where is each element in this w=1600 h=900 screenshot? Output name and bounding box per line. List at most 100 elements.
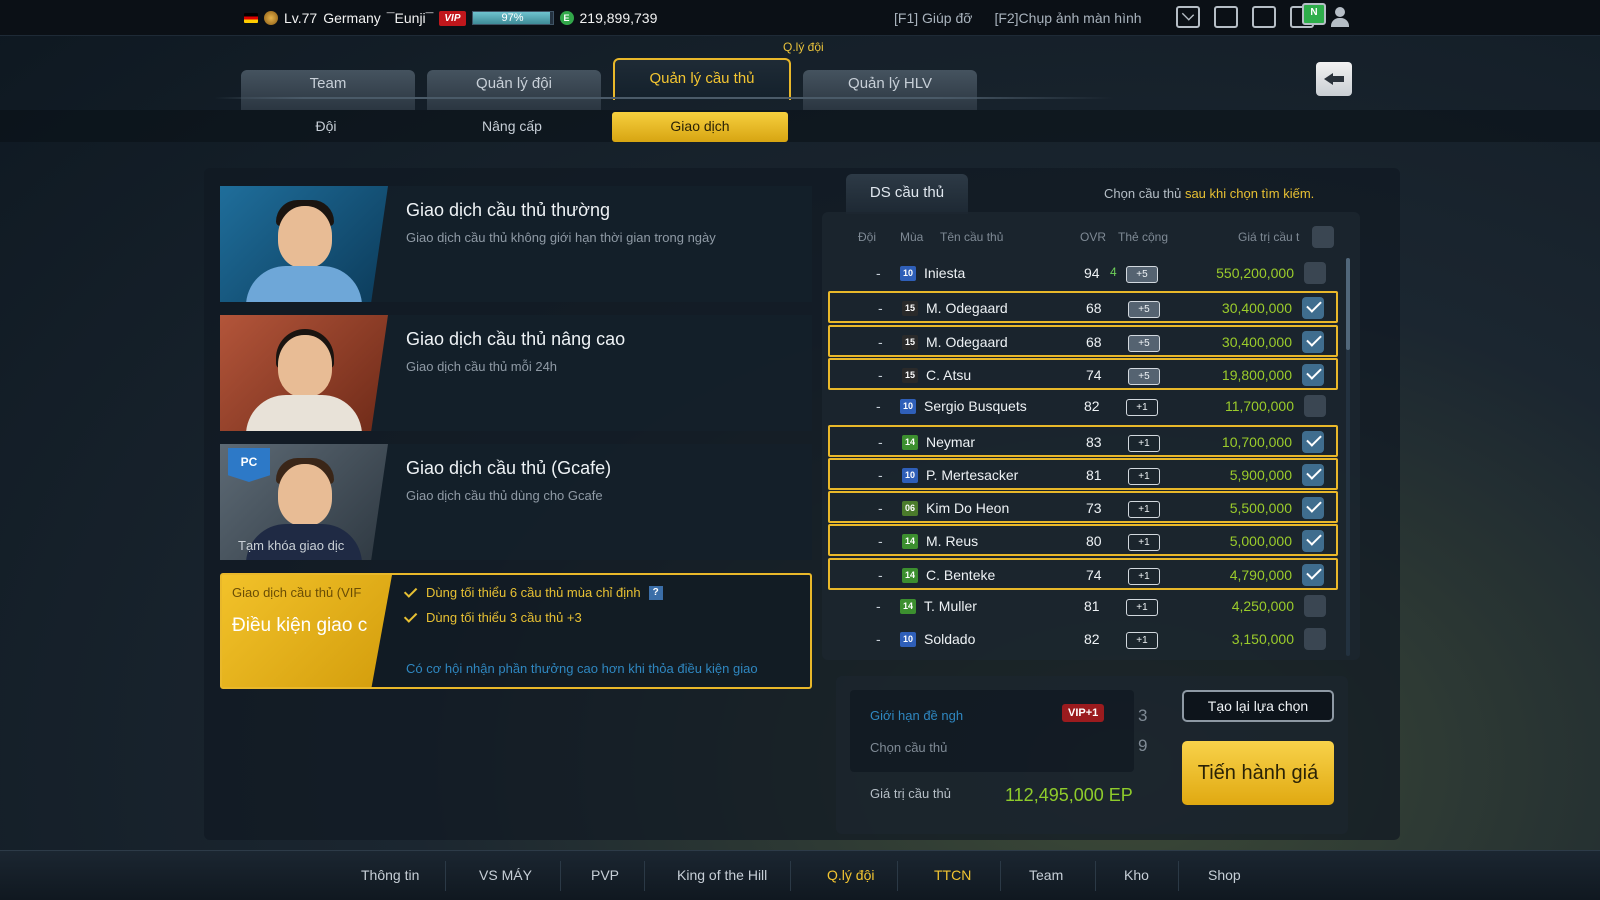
scroll-thumb[interactable] [1346, 258, 1350, 350]
tab-team[interactable]: Team [241, 70, 415, 110]
screenshot-link[interactable]: [F2]Chụp ảnh màn hình [994, 10, 1141, 26]
player-row[interactable]: - 10 Soldado 82 +1 3,150,000 [828, 624, 1338, 656]
vip-condition: Dùng tối thiểu 3 cầu thủ +3 [403, 609, 582, 625]
nav-team-management[interactable]: Q.lý đội [827, 867, 874, 883]
bottom-nav: Thông tin VS MÁY PVP King of the Hill Q.… [0, 850, 1600, 900]
tab-team-management[interactable]: Quản lý đội [427, 70, 601, 110]
reset-selection-button[interactable]: Tạo lại lựa chọn [1182, 690, 1334, 722]
select-checkbox[interactable] [1302, 363, 1324, 386]
trade-card-normal[interactable]: Giao dịch cầu thủ thường Giao dịch cầu t… [220, 186, 812, 302]
select-checkbox[interactable] [1302, 563, 1324, 586]
player-team: - [878, 433, 883, 450]
nav-king-of-the-hill[interactable]: King of the Hill [677, 867, 767, 883]
tab-coach-management[interactable]: Quản lý HLV [803, 70, 977, 110]
player-name: Iniesta [924, 265, 966, 281]
select-checkbox[interactable] [1302, 330, 1324, 353]
player-value: 30,400,000 [1221, 333, 1292, 350]
help-icon[interactable]: ? [648, 585, 663, 600]
summary-box [850, 690, 1134, 772]
player-team: - [878, 533, 883, 550]
select-checkbox[interactable] [1302, 297, 1324, 320]
nav-info[interactable]: Thông tin [361, 867, 419, 883]
player-name: M. Odegaard [926, 333, 1008, 350]
tab-player-list[interactable]: DS cầu thủ [846, 174, 968, 214]
offer-limit-label: Giới hạn đề ngh [870, 708, 964, 723]
header-season: Mùa [900, 230, 924, 244]
player-row[interactable]: - 10 Iniesta 94 4 +5 550,200,000 [828, 258, 1338, 290]
upgrade-card-badge: +5 [1128, 367, 1160, 385]
player-ovr: 73 [1086, 500, 1102, 517]
player-name: P. Mertesacker [926, 466, 1019, 483]
player-team: - [876, 598, 881, 614]
player-ovr: 94 [1084, 265, 1100, 281]
season-icon: 06 [902, 501, 918, 517]
player-row[interactable]: - 06 Kim Do Heon 73 +1 5,500,000 [828, 491, 1338, 524]
select-checkbox[interactable] [1302, 430, 1324, 453]
nav-storage[interactable]: Kho [1124, 867, 1149, 883]
back-button[interactable] [1316, 62, 1352, 96]
vip-badge: VIP [439, 10, 466, 26]
nav-ttcn[interactable]: TTCN [934, 867, 971, 883]
player-row[interactable]: - 14 T. Muller 81 +1 4,250,000 [828, 591, 1338, 623]
player-ovr: 81 [1084, 598, 1100, 614]
player-name: Kim Do Heon [926, 500, 1010, 517]
upgrade-card-badge: +1 [1128, 501, 1160, 519]
tab-player-management[interactable]: Quản lý cầu thủ [613, 58, 791, 100]
player-row[interactable]: - 14 Neymar 83 +1 10,700,000 [828, 424, 1338, 457]
player-row[interactable]: - 10 Sergio Busquets 82 +1 11,700,000 [828, 391, 1338, 423]
season-icon: 15 [902, 301, 918, 317]
select-checkbox[interactable] [1304, 395, 1326, 418]
player-row[interactable]: - 10 P. Mertesacker 81 +1 5,900,000 [828, 457, 1338, 490]
trade-card-advanced[interactable]: Giao dịch cầu thủ nâng cao Giao dịch cầu… [220, 315, 812, 431]
proceed-trade-button[interactable]: Tiến hành giá [1182, 741, 1334, 805]
subtab-trade[interactable]: Giao dịch [612, 112, 788, 142]
username: ¯Eunji¯ [386, 10, 434, 26]
player-value: 3,150,000 [1231, 631, 1294, 648]
subtab-team[interactable]: Đội [238, 112, 414, 142]
select-checkbox[interactable] [1302, 463, 1324, 486]
nav-vs-computer[interactable]: VS MÁY [479, 867, 532, 883]
select-checkbox[interactable] [1304, 595, 1326, 617]
nav-shop[interactable]: Shop [1208, 867, 1241, 883]
upgrade-card-badge: +1 [1128, 567, 1160, 585]
player-name: M. Reus [926, 533, 979, 550]
header-team: Đội [858, 230, 877, 244]
calendar-check-icon[interactable] [1252, 6, 1276, 28]
player-team: - [876, 265, 881, 281]
trade-card-gcafe[interactable]: PC Tạm khóa giao dịc Giao dịch cầu thủ (… [220, 444, 812, 560]
chat-icon[interactable]: N [1290, 3, 1326, 28]
news-icon[interactable] [1214, 6, 1238, 28]
player-value: 11,700,000 [1224, 398, 1294, 415]
player-team: - [876, 398, 881, 415]
select-checkbox[interactable] [1304, 262, 1326, 284]
player-list-scrollbar[interactable] [1346, 258, 1350, 656]
vip-card-title: Điều kiện giao c [232, 615, 368, 636]
trader-portrait-advanced [220, 315, 388, 431]
select-checkbox[interactable] [1302, 497, 1324, 520]
season-icon: 15 [902, 334, 918, 350]
help-link[interactable]: [F1] Giúp đỡ [894, 10, 972, 26]
select-checkbox[interactable] [1304, 628, 1326, 651]
player-value-label: Giá trị cầu thủ [870, 786, 951, 801]
player-row[interactable]: - 15 M. Odegaard 68 +5 30,400,000 [828, 291, 1338, 324]
exp-bar: 97% [471, 11, 554, 25]
chosen-players-label: Chọn cầu thủ [870, 740, 948, 755]
player-team: - [878, 333, 883, 350]
player-row[interactable]: - 14 C. Benteke 74 +1 4,790,000 [828, 557, 1338, 590]
select-all-checkbox[interactable] [1312, 226, 1334, 248]
player-row[interactable]: - 14 M. Reus 80 +1 5,000,000 [828, 524, 1338, 557]
header-upgrade: Thẻ cộng [1118, 230, 1169, 244]
mail-icon[interactable] [1176, 6, 1200, 28]
select-checkbox[interactable] [1302, 530, 1324, 553]
team-name: Germany [323, 10, 381, 26]
player-row[interactable]: - 15 M. Odegaard 68 +5 30,400,000 [828, 324, 1338, 357]
nav-pvp[interactable]: PVP [591, 867, 619, 883]
nav-team[interactable]: Team [1029, 867, 1063, 883]
user-icon[interactable] [1328, 6, 1352, 28]
player-row[interactable]: - 15 C. Atsu 74 +5 19,800,000 [828, 357, 1338, 390]
trade-card-vip[interactable]: Giao dịch cầu thủ (VIF Điều kiện giao c … [220, 573, 812, 689]
subtab-upgrade[interactable]: Nâng cấp [424, 112, 600, 142]
player-value: 5,500,000 [1229, 500, 1292, 517]
season-icon: 14 [902, 567, 918, 583]
upgrade-card-badge: +1 [1126, 632, 1158, 650]
